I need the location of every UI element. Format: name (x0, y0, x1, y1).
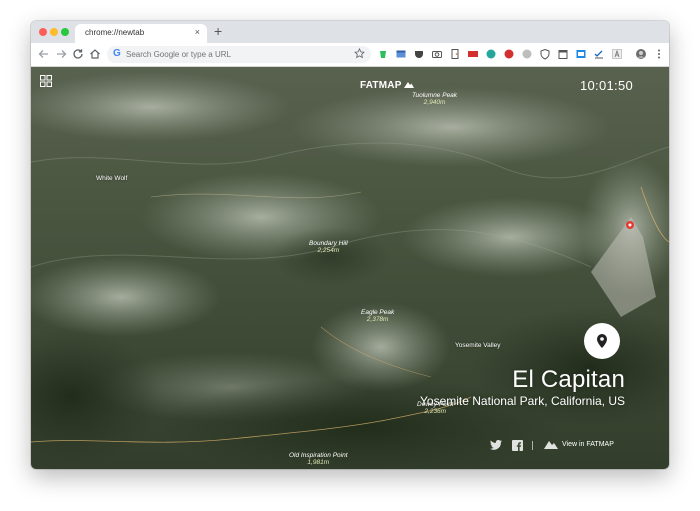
place-yosemite-valley: Yosemite Valley (455, 342, 501, 349)
share-divider (532, 441, 533, 450)
fatmap-logo: FATMAP (360, 80, 415, 91)
door-icon[interactable] (449, 48, 461, 60)
address-input[interactable] (126, 47, 326, 62)
reload-icon[interactable] (71, 47, 85, 61)
blue-window-icon[interactable] (575, 48, 587, 60)
view-in-fatmap-link[interactable]: View in FATMAP (562, 441, 614, 448)
tab-close-icon[interactable]: × (195, 27, 200, 37)
checklist-icon[interactable] (593, 48, 605, 60)
fatmap-mountain-icon (404, 82, 415, 88)
gray-circle-icon[interactable] (521, 48, 533, 60)
bookmark-star-icon[interactable] (354, 48, 365, 59)
window-close-button[interactable] (39, 28, 47, 36)
toolbar: G (31, 43, 669, 67)
tab-title: chrome://newtab (85, 28, 145, 37)
clock: 10:01:50 (580, 78, 634, 93)
twitter-icon[interactable] (490, 440, 502, 450)
letter-a-icon[interactable] (611, 48, 623, 60)
evernote-icon[interactable] (377, 48, 389, 60)
forward-icon[interactable] (54, 47, 68, 61)
omnibox[interactable]: G (107, 46, 371, 63)
location-title: El Capitan (512, 366, 625, 393)
map-pin-icon (597, 334, 607, 348)
map-label-eagle-peak: Eagle Peak 2,378m (361, 309, 395, 323)
location-subtitle: Yosemite National Park, California, US (420, 394, 625, 408)
map-label-old-inspiration-point: Old Inspiration Point 1,981m (289, 452, 348, 466)
new-tab-button[interactable]: + (214, 24, 222, 38)
camera-icon[interactable] (431, 48, 443, 60)
pocket-icon[interactable] (413, 48, 425, 60)
fatmap-view-icon[interactable] (544, 440, 558, 449)
facebook-icon[interactable] (512, 440, 523, 451)
window-minimize-button[interactable] (50, 28, 58, 36)
map-label-boundary-hill: Boundary Hill 2,254m (309, 240, 348, 254)
tab-strip: chrome://newtab × + (31, 21, 669, 43)
red-box-icon[interactable] (467, 48, 479, 60)
profile-avatar-icon[interactable] (635, 48, 647, 60)
place-white-wolf: White Wolf (96, 175, 128, 182)
window-ext-icon[interactable] (395, 48, 407, 60)
teal-circle-icon[interactable] (485, 48, 497, 60)
terrain-map[interactable]: FATMAP 10:01:50 Tuolumne Peak 2,940m Boun… (31, 67, 669, 469)
tab-newtab[interactable]: chrome://newtab × (75, 24, 207, 43)
terrain-background (31, 67, 669, 469)
calendar-icon[interactable] (557, 48, 569, 60)
shield-icon[interactable] (539, 48, 551, 60)
map-label-tuolumne: Tuolumne Peak 2,940m (412, 92, 458, 106)
window-maximize-button[interactable] (61, 28, 69, 36)
grid-menu-icon[interactable] (40, 75, 52, 87)
browser-window: chrome://newtab × + G Search Google or t… (31, 21, 669, 469)
location-pin-button[interactable] (584, 323, 620, 359)
google-icon: G (113, 48, 121, 59)
back-icon[interactable] (37, 47, 51, 61)
home-icon[interactable] (88, 47, 102, 61)
menu-kebab-icon[interactable] (653, 48, 665, 60)
adblock-icon[interactable] (503, 48, 515, 60)
